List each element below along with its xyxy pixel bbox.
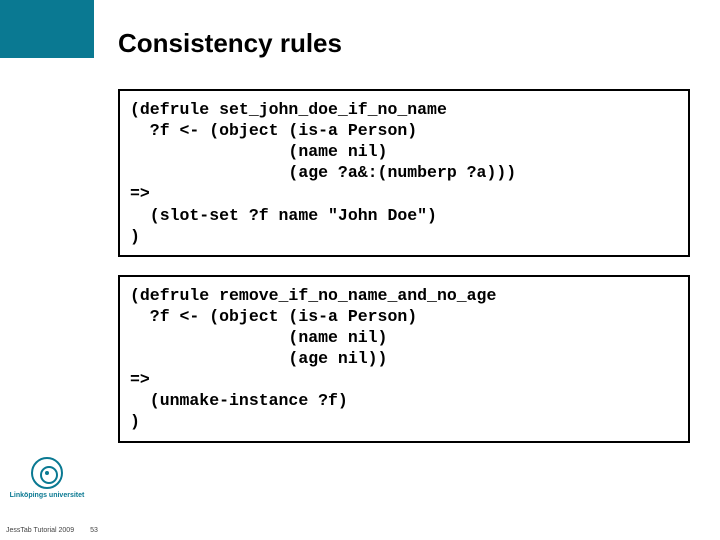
code-block-1: (defrule set_john_doe_if_no_name ?f <- (… bbox=[118, 89, 690, 257]
university-seal-icon bbox=[31, 457, 63, 489]
code-text-1: (defrule set_john_doe_if_no_name ?f <- (… bbox=[130, 99, 678, 247]
university-name: Linköpings universitet bbox=[0, 492, 94, 499]
brand-color-block bbox=[0, 0, 94, 58]
slide-content: Consistency rules (defrule set_john_doe_… bbox=[118, 28, 690, 461]
code-text-2: (defrule remove_if_no_name_and_no_age ?f… bbox=[130, 285, 678, 433]
university-logo-block: Linköpings universitet bbox=[0, 457, 94, 499]
slide-footer: JessTab Tutorial 2009 53 bbox=[6, 527, 98, 534]
footer-label: JessTab Tutorial 2009 bbox=[6, 527, 74, 534]
left-sidebar: Linköpings universitet bbox=[0, 0, 94, 540]
code-block-2: (defrule remove_if_no_name_and_no_age ?f… bbox=[118, 275, 690, 443]
slide-number: 53 bbox=[90, 527, 98, 534]
slide-title: Consistency rules bbox=[118, 28, 690, 59]
